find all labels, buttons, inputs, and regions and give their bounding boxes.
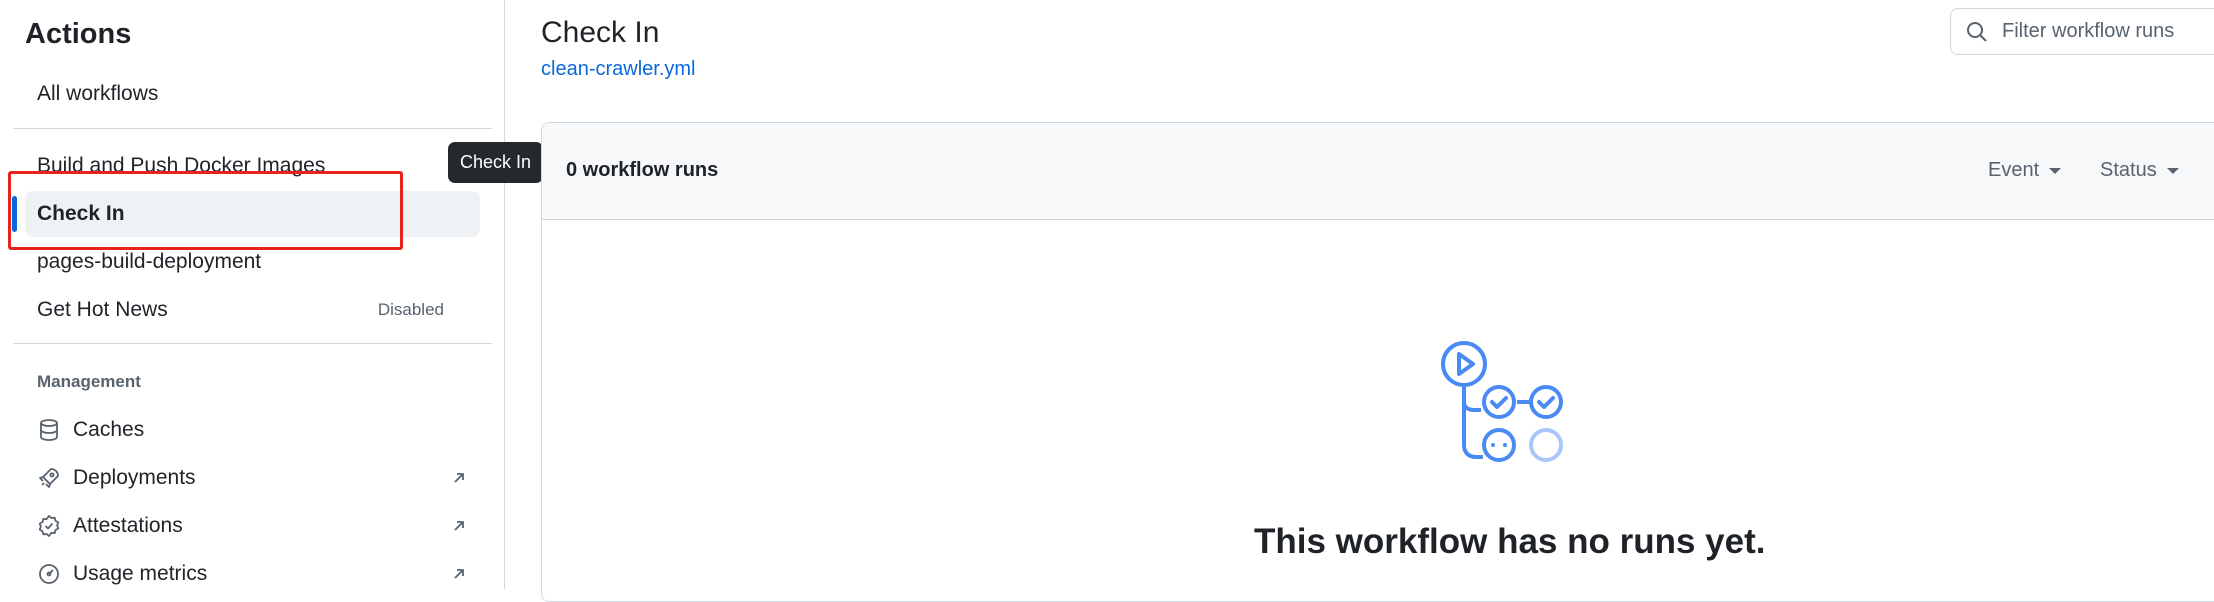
database-icon [37,418,61,442]
runs-header: 0 workflow runs Event Status [542,123,2214,220]
external-link-icon [450,469,468,487]
page-title: Check In [541,16,660,49]
search-icon [1966,21,1988,43]
sidebar-item-usage-metrics[interactable]: Usage metrics [25,551,480,597]
chevron-down-icon [2166,167,2179,174]
sidebar-item-attestations[interactable]: Attestations [25,503,480,549]
sidebar-item-label: Build and Push Docker Images [37,154,326,177]
sidebar-item-deployments[interactable]: Deployments [25,455,480,501]
runs-count: 0 workflow runs [566,159,719,181]
filter-workflow-runs-input[interactable] [2000,19,2200,44]
sidebar: Actions All workflows Build and Push Doc… [0,0,505,589]
divider [13,343,492,344]
meter-icon [37,562,61,586]
sidebar-item-pages-build-deployment[interactable]: pages-build-deployment [25,239,480,285]
workflow-file-link[interactable]: clean-crawler.yml [541,58,695,81]
active-indicator [12,196,17,232]
sidebar-item-label: Check In [37,202,125,225]
status-badge: Disabled [377,300,444,319]
divider [13,128,492,129]
event-filter-label: Event [1988,159,2040,181]
sidebar-item-get-hot-news[interactable]: Get Hot News Disabled [25,287,480,333]
status-filter-label: Status [2100,159,2157,181]
sidebar-item-label: Deployments [73,466,196,489]
sidebar-item-check-in[interactable]: Check In [25,191,480,237]
section-label-management: Management [37,372,141,391]
sidebar-item-label: Attestations [73,514,183,537]
tooltip: Check In [448,142,544,183]
sidebar-item-build-and-push[interactable]: Build and Push Docker Images [25,143,480,189]
sidebar-item-caches[interactable]: Caches [25,407,480,453]
workflow-illustration-icon [1436,336,1566,466]
status-filter-button[interactable]: Status [2100,159,2179,182]
sidebar-item-label: pages-build-deployment [37,250,262,273]
rocket-icon [37,466,61,490]
external-link-icon [450,517,468,535]
sidebar-item-label: Usage metrics [73,562,208,585]
verified-icon [37,514,61,538]
sidebar-title: Actions [25,18,132,50]
filter-box[interactable] [1950,8,2214,55]
empty-state-title: This workflow has no runs yet. [1254,522,1766,561]
sidebar-item-all-workflows[interactable]: All workflows [25,71,480,117]
sidebar-item-label: Caches [73,418,145,441]
sidebar-item-label: All workflows [37,82,159,105]
chevron-down-icon [2049,167,2062,174]
sidebar-item-label: Get Hot News [37,298,168,321]
external-link-icon [450,565,468,583]
event-filter-button[interactable]: Event [1988,159,2062,182]
